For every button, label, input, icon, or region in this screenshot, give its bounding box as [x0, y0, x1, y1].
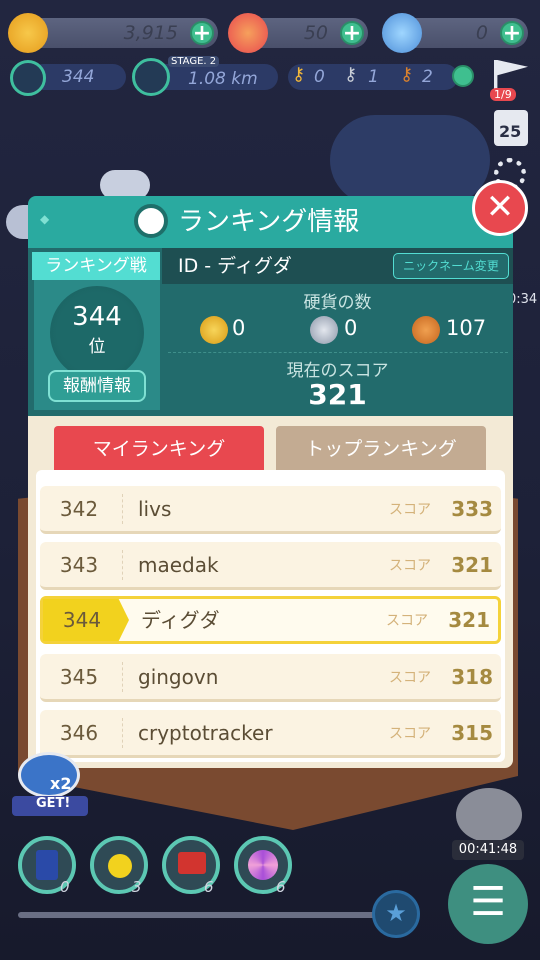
gold-medal-coin-icon — [200, 316, 228, 344]
gift-icon[interactable] — [456, 788, 522, 842]
row-rank: 342 — [59, 497, 99, 521]
level-value: 344 — [62, 67, 95, 87]
get-label: GET! — [36, 796, 71, 811]
gold-key-icon: ⚷ — [292, 64, 306, 85]
tab-top-ranking[interactable]: トップランキング — [276, 426, 486, 472]
infinity-token-icon — [382, 13, 422, 53]
modal-header: ランキング情報 ◆ — [28, 196, 513, 248]
close-button[interactable]: ✕ — [472, 180, 528, 236]
infinity-counter: 0 + — [382, 13, 528, 53]
row-score-label: スコア — [389, 502, 431, 518]
row-name: maedak — [138, 553, 219, 577]
bronze-medal-coin-icon — [412, 316, 440, 344]
tab-my-ranking[interactable]: マイランキング — [54, 426, 264, 472]
rank-box: 344 位 報酬情報 — [34, 280, 160, 410]
row-score: 321 — [448, 608, 490, 632]
item-count: 0 — [60, 878, 70, 896]
menu-button[interactable]: ☰ — [448, 864, 528, 944]
key-bonus-multiplier: x2 — [50, 774, 72, 793]
table-row: 346 cryptotracker スコア 315 — [40, 710, 501, 758]
flag-progress-count: 1/9 — [490, 88, 516, 101]
row-rank: 344 — [62, 608, 102, 632]
silver-medal-count: 0 — [344, 316, 358, 340]
player-id-bar: ID - ディグダ ニックネーム変更 — [162, 248, 513, 284]
item-count: 6 — [276, 878, 286, 896]
gift-timer: 00:41:48 — [452, 840, 524, 860]
background-cloud — [330, 115, 490, 205]
row-score-label: スコア — [389, 670, 431, 686]
row-score: 315 — [451, 721, 493, 745]
red-gem-icon — [228, 13, 268, 53]
flag-icon — [132, 58, 170, 96]
modal-title: ランキング情報 — [178, 207, 360, 237]
row-score-label: スコア — [389, 558, 431, 574]
row-score: 333 — [451, 497, 493, 521]
bronze-medal-count: 107 — [446, 316, 487, 340]
reward-info-button[interactable]: 報酬情報 — [48, 370, 146, 402]
row-score: 318 — [451, 665, 493, 689]
coins-label: 硬貨の数 — [303, 293, 372, 313]
table-row: 345 gingovn スコア 318 — [40, 654, 501, 702]
ranking-list[interactable]: 342 livs スコア 333 343 maedak スコア 321 344 … — [36, 470, 505, 762]
progress-track — [18, 912, 390, 918]
table-row: 343 maedak スコア 321 — [40, 542, 501, 590]
row-score: 321 — [451, 553, 493, 577]
add-gem-button[interactable]: + — [340, 21, 364, 45]
gold-counter: 3,915 + — [8, 13, 218, 53]
row-rank: 343 — [59, 553, 99, 577]
add-infinity-button[interactable]: + — [500, 21, 524, 45]
row-rank: 346 — [59, 721, 99, 745]
infinity-value: 0 — [475, 22, 488, 44]
row-score-label: スコア — [389, 726, 431, 742]
ranking-list-area: マイランキング トップランキング 342 livs スコア 333 343 ma… — [28, 416, 513, 768]
sparkle-icon: ◆ — [40, 212, 50, 226]
divider — [168, 352, 508, 353]
current-score: 321 — [308, 378, 367, 411]
add-gold-button[interactable]: + — [190, 21, 214, 45]
table-row-current-player: 344 ディグダ スコア 321 — [40, 596, 501, 644]
row-rank: 345 — [59, 665, 99, 689]
distance-value: 1.08 km — [188, 69, 258, 89]
progress-star-icon[interactable]: ★ — [372, 890, 420, 938]
bronze-key-count: 2 — [422, 67, 433, 87]
player-id: ID - ディグダ — [178, 255, 292, 277]
change-nickname-button[interactable]: ニックネーム変更 — [393, 253, 509, 279]
silver-key-count: 1 — [368, 67, 379, 87]
ranking-battle-tab: ランキング戦 — [32, 252, 160, 280]
level-badge-icon — [10, 60, 46, 96]
gold-medal-count: 0 — [232, 316, 246, 340]
silver-key-icon: ⚷ — [344, 64, 358, 85]
table-row: 342 livs スコア 333 — [40, 486, 501, 534]
row-name: cryptotracker — [138, 721, 273, 745]
item-count: 6 — [204, 878, 214, 896]
rank-number: 344 — [72, 302, 122, 332]
silver-medal-coin-icon — [310, 316, 338, 344]
row-name: gingovn — [138, 665, 219, 689]
gem-value: 50 — [303, 22, 328, 44]
row-name: livs — [138, 497, 172, 521]
gold-key-count: 0 — [314, 67, 325, 87]
ranking-modal: ランキング情報 ◆ ランキング戦 344 位 報酬情報 ID - ディグダ ニッ… — [28, 196, 513, 768]
rank-info-panel: ランキング戦 344 位 報酬情報 ID - ディグダ ニックネーム変更 硬貨の… — [28, 248, 513, 416]
row-score-label: スコア — [386, 613, 428, 629]
bronze-key-icon: ⚷ — [400, 64, 414, 85]
item-count: 3 — [132, 878, 142, 896]
rank-suffix: 位 — [88, 337, 106, 357]
gem-counter: 50 + — [228, 13, 368, 53]
row-name: ディグダ — [141, 608, 220, 632]
add-key-button[interactable] — [452, 65, 474, 87]
gold-coin-icon — [8, 13, 48, 53]
gold-value: 3,915 — [123, 22, 178, 44]
ranking-badge-icon — [134, 204, 168, 238]
calendar-day: 25 — [499, 122, 522, 141]
